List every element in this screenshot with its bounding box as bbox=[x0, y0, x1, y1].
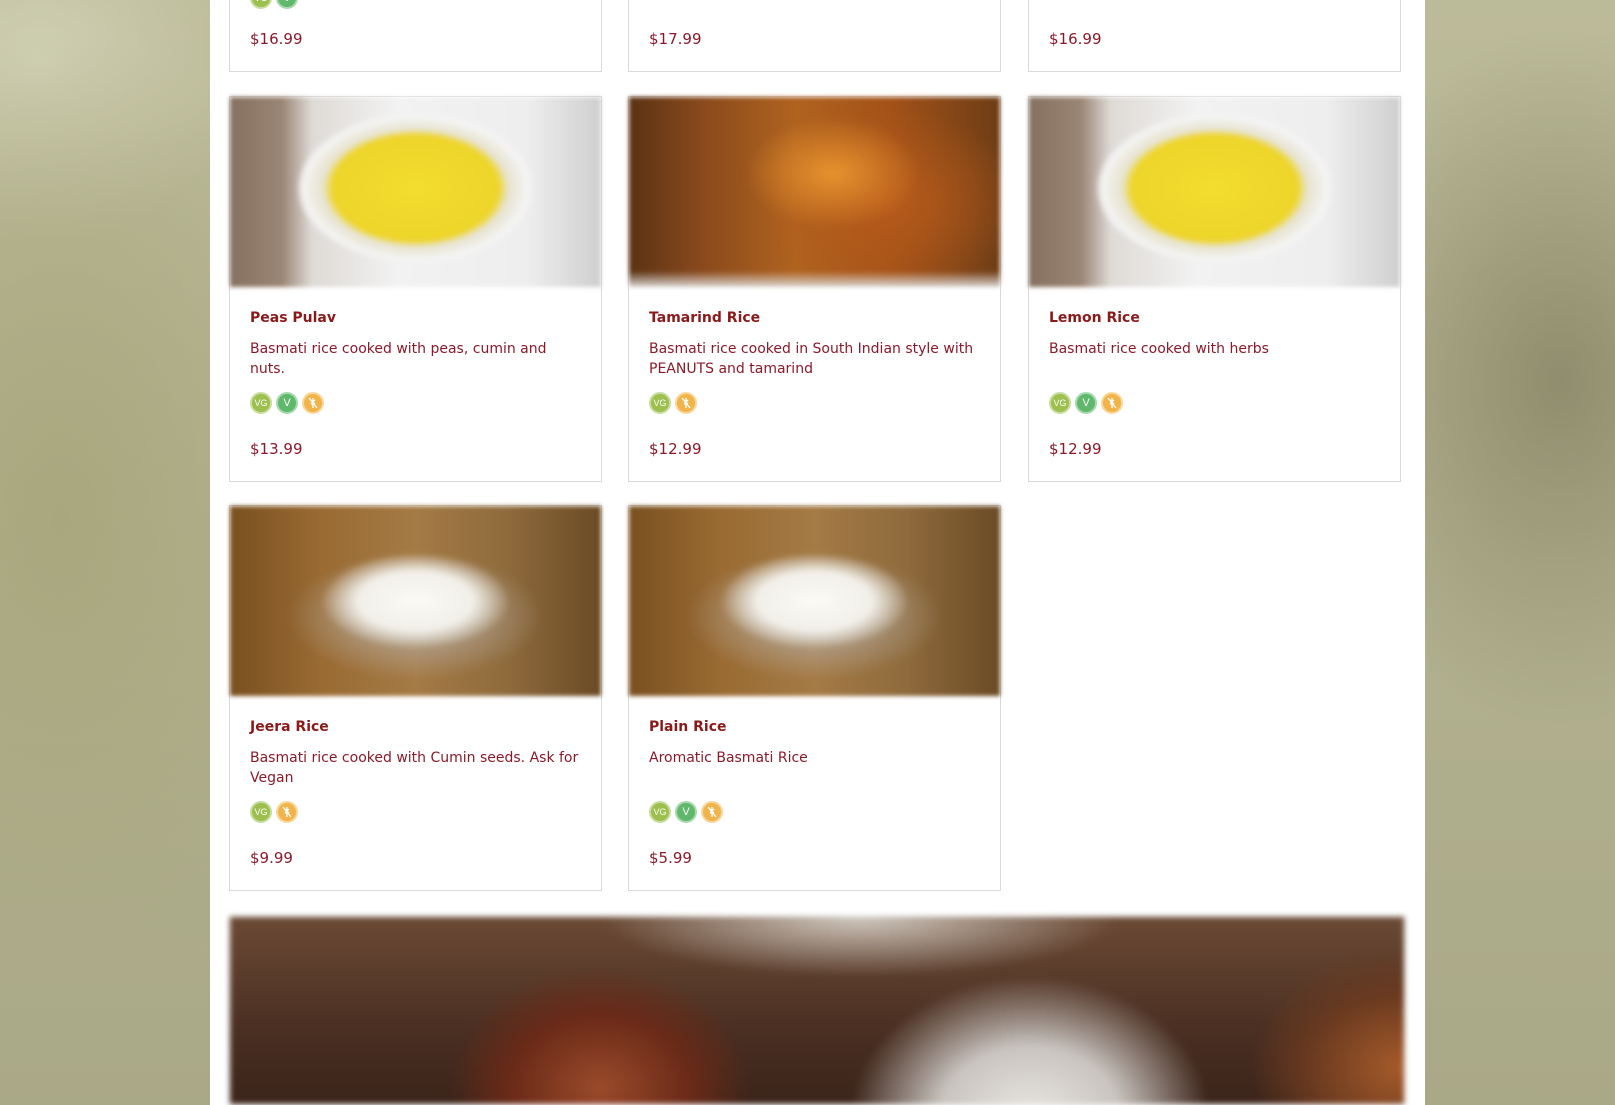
item-title: Peas Pulav bbox=[250, 310, 337, 326]
dietary-badges: VG bbox=[649, 392, 697, 414]
section-banner-image bbox=[229, 916, 1405, 1105]
lemon-rice-image bbox=[1029, 97, 1400, 287]
gluten-free-icon bbox=[701, 801, 723, 823]
dietary-badges: VG V bbox=[250, 392, 324, 414]
gluten-free-icon bbox=[675, 392, 697, 414]
menu-card-tamarind-rice[interactable]: Tamarind Rice Basmati rice cooked in Sou… bbox=[628, 96, 1001, 482]
jeera-rice-image bbox=[230, 506, 601, 696]
item-price: $16.99 bbox=[1049, 30, 1102, 48]
gluten-free-icon bbox=[1101, 392, 1123, 414]
item-title: Jeera Rice bbox=[250, 719, 329, 735]
item-price: $13.99 bbox=[250, 440, 303, 458]
menu-card-top-2[interactable]: $17.99 bbox=[628, 0, 1001, 72]
vegan-icon: VG bbox=[649, 801, 671, 823]
menu-card-plain-rice[interactable]: Plain Rice Aromatic Basmati Rice VG V $5… bbox=[628, 505, 1001, 891]
item-description: Basmati rice cooked with Cumin seeds. As… bbox=[250, 750, 579, 786]
plain-rice-image bbox=[629, 506, 1000, 696]
vegetarian-icon: V bbox=[276, 0, 298, 9]
item-title: Tamarind Rice bbox=[649, 310, 761, 326]
gluten-free-icon bbox=[302, 392, 324, 414]
dietary-badges: VG V bbox=[1049, 392, 1123, 414]
peas-pulav-image bbox=[230, 97, 601, 287]
menu-card-top-1[interactable]: VG V $16.99 bbox=[229, 0, 602, 72]
vegetarian-icon: V bbox=[1075, 392, 1097, 414]
item-price: $12.99 bbox=[1049, 440, 1102, 458]
menu-card-peas-pulav[interactable]: Peas Pulav Basmati rice cooked with peas… bbox=[229, 96, 602, 482]
dietary-badges: VG bbox=[250, 801, 298, 823]
item-description: Basmati rice cooked in South Indian styl… bbox=[649, 341, 974, 377]
item-description: Aromatic Basmati Rice bbox=[649, 750, 808, 766]
vegan-icon: VG bbox=[250, 801, 272, 823]
menu-card-jeera-rice[interactable]: Jeera Rice Basmati rice cooked with Cumi… bbox=[229, 505, 602, 891]
item-price: $17.99 bbox=[649, 30, 702, 48]
vegan-icon: VG bbox=[649, 392, 671, 414]
item-title: Plain Rice bbox=[649, 719, 727, 735]
menu-card-lemon-rice[interactable]: Lemon Rice Basmati rice cooked with herb… bbox=[1028, 96, 1401, 482]
item-description: Basmati rice cooked with herbs bbox=[1049, 341, 1269, 357]
item-title: Lemon Rice bbox=[1049, 310, 1140, 326]
vegetarian-icon: V bbox=[276, 392, 298, 414]
menu-card-top-3[interactable]: $16.99 bbox=[1028, 0, 1401, 72]
item-price: $9.99 bbox=[250, 849, 293, 867]
item-description: Basmati rice cooked with peas, cumin and… bbox=[250, 341, 547, 377]
tamarind-rice-image bbox=[629, 97, 1000, 287]
vegan-icon: VG bbox=[250, 0, 272, 9]
gluten-free-icon bbox=[276, 801, 298, 823]
dietary-badges: VG V bbox=[649, 801, 723, 823]
vegan-icon: VG bbox=[1049, 392, 1071, 414]
dietary-badges: VG V bbox=[250, 0, 298, 9]
item-price: $5.99 bbox=[649, 849, 692, 867]
item-price: $16.99 bbox=[250, 30, 303, 48]
item-price: $12.99 bbox=[649, 440, 702, 458]
vegan-icon: VG bbox=[250, 392, 272, 414]
vegetarian-icon: V bbox=[675, 801, 697, 823]
